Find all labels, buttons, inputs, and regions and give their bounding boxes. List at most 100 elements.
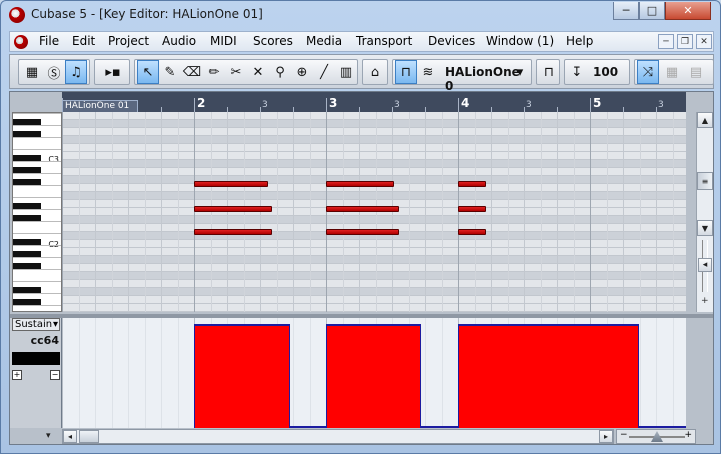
- controller-lane-grid[interactable]: [62, 318, 686, 428]
- quantize-value[interactable]: 100: [593, 65, 618, 79]
- doc-close-button[interactable]: ✕: [696, 34, 712, 49]
- select-icon[interactable]: ↖: [137, 60, 159, 84]
- toolbar-group-view: ▦ Ⓢ ♫: [18, 59, 90, 85]
- midi-note[interactable]: [194, 229, 272, 235]
- time-warp-icon[interactable]: ▥: [335, 60, 357, 84]
- doc-restore-button[interactable]: ❐: [677, 34, 693, 49]
- sustain-event[interactable]: [458, 324, 639, 428]
- grid-row: [62, 216, 686, 224]
- sustain-event[interactable]: [194, 324, 291, 428]
- zoom-in-icon[interactable]: +: [701, 296, 709, 306]
- edit-instrument-icon[interactable]: ⊓: [395, 60, 417, 84]
- midi-note[interactable]: [194, 181, 269, 187]
- midi-note[interactable]: [326, 229, 399, 235]
- toolbar-group-quantize: ↧ 100: [564, 59, 630, 85]
- midi-note[interactable]: [458, 206, 487, 212]
- solo-view-icon[interactable]: ▦: [21, 60, 43, 84]
- grid-line: [590, 112, 591, 312]
- metronome-icon[interactable]: ⌂: [364, 60, 386, 84]
- erase-icon[interactable]: ⌫: [181, 60, 203, 84]
- white-key-edge: [13, 137, 61, 138]
- midi-note[interactable]: [194, 206, 272, 212]
- zoom-in-h-icon[interactable]: +: [684, 430, 692, 440]
- solo-icon[interactable]: Ⓢ: [43, 60, 65, 84]
- hscroll-thumb[interactable]: [79, 430, 99, 443]
- white-key-edge: [13, 293, 61, 294]
- horizontal-zoom[interactable]: − +: [616, 429, 696, 444]
- instrument-dropdown-icon[interactable]: ▾: [511, 60, 529, 84]
- ruler-tick: [458, 98, 459, 112]
- grid-line: [128, 112, 129, 312]
- minimize-button[interactable]: ─: [613, 2, 639, 20]
- midi-note[interactable]: [326, 181, 394, 187]
- maximize-button[interactable]: □: [639, 2, 665, 20]
- menu-window[interactable]: Window (1): [486, 34, 554, 48]
- key-label-c3: C3: [48, 155, 59, 164]
- toolbar-group-scroll: ▸▪: [94, 59, 130, 85]
- sustain-event[interactable]: [326, 324, 422, 428]
- pencil-icon[interactable]: ✏: [203, 60, 225, 84]
- vertical-scrollbar[interactable]: ▲ ≡ ▼ ◂ +: [696, 112, 713, 312]
- scroll-up-button[interactable]: ▲: [697, 112, 713, 128]
- scroll-down-button[interactable]: ▼: [697, 220, 713, 236]
- note-grid[interactable]: [62, 112, 686, 312]
- menu-midi[interactable]: MIDI: [210, 34, 237, 48]
- menu-devices[interactable]: Devices: [428, 34, 475, 48]
- doc-minimize-button[interactable]: ─: [658, 34, 674, 49]
- cross-icon[interactable]: ⤨: [637, 60, 659, 84]
- piano-keyboard[interactable]: C3 C2: [12, 112, 62, 312]
- cc-grid-line: [425, 318, 426, 428]
- close-button[interactable]: ✕: [665, 2, 711, 20]
- lane-menu-chevron-icon[interactable]: ▾: [46, 431, 51, 441]
- menu-file[interactable]: File: [39, 34, 59, 48]
- grid-line: [210, 112, 212, 312]
- document-logo-icon[interactable]: [14, 35, 28, 49]
- remove-lane-button[interactable]: −: [50, 370, 60, 380]
- mute-icon[interactable]: ✕: [247, 60, 269, 84]
- white-key-edge: [13, 305, 61, 306]
- midi-note[interactable]: [458, 181, 487, 187]
- glue-icon[interactable]: ⚲: [269, 60, 291, 84]
- ruler-tick: [590, 98, 591, 112]
- autoscroll-icon[interactable]: ▸▪: [97, 60, 129, 84]
- zoom-out-icon[interactable]: −: [620, 430, 628, 440]
- draw-icon[interactable]: ✎: [159, 60, 181, 84]
- cc-grid-line: [177, 318, 179, 428]
- horizontal-scrollbar[interactable]: ◂ ▸: [62, 429, 614, 444]
- menu-edit[interactable]: Edit: [72, 34, 95, 48]
- line-icon[interactable]: ╱: [313, 60, 335, 84]
- midi-note[interactable]: [326, 206, 399, 212]
- grid-line: [111, 112, 113, 312]
- snap-icon[interactable]: ⊓: [538, 60, 560, 84]
- cc-grid-line: [293, 318, 294, 428]
- ruler-bar-label: 2: [197, 96, 206, 110]
- menu-help[interactable]: Help: [566, 34, 593, 48]
- zoom-icon[interactable]: ⊕: [291, 60, 313, 84]
- add-lane-button[interactable]: +: [12, 370, 22, 380]
- grid-line: [309, 112, 311, 312]
- menu-audio[interactable]: Audio: [162, 34, 196, 48]
- controller-select[interactable]: Sustain ▾: [12, 318, 60, 331]
- quantize-icon[interactable]: ↧: [566, 60, 588, 84]
- editor-toolbar: ▦ Ⓢ ♫ ▸▪ ↖ ✎ ⌫ ✏ ✂ ✕ ⚲ ⊕ ╱ ▥ ⌂ ⊓ ≋ HALio…: [9, 54, 714, 93]
- scroll-thumb[interactable]: ≡: [697, 172, 713, 190]
- menu-scores[interactable]: Scores: [253, 34, 293, 48]
- scroll-left-button[interactable]: ◂: [63, 430, 77, 443]
- vertical-zoom-thumb[interactable]: ◂: [698, 258, 712, 272]
- title-bar[interactable]: Cubase 5 - [Key Editor: HALionOne 01] ─ …: [1, 1, 720, 29]
- instrument-list-icon[interactable]: ≋: [417, 60, 439, 84]
- grid-line: [243, 112, 245, 312]
- cc-grid-line: [161, 318, 162, 428]
- menu-transport[interactable]: Transport: [356, 34, 412, 48]
- scroll-right-button[interactable]: ▸: [599, 430, 613, 443]
- white-key-edge: [13, 233, 61, 234]
- grid-line: [177, 112, 179, 312]
- ruler-tick: [326, 98, 327, 112]
- feedback-icon[interactable]: ♫: [65, 60, 87, 84]
- menu-media[interactable]: Media: [306, 34, 342, 48]
- split-icon[interactable]: ✂: [225, 60, 247, 84]
- cc-grid-line: [128, 318, 129, 428]
- ruler[interactable]: 2 3 3 3 4 3 5 3: [62, 92, 686, 112]
- midi-note[interactable]: [458, 229, 487, 235]
- menu-project[interactable]: Project: [108, 34, 149, 48]
